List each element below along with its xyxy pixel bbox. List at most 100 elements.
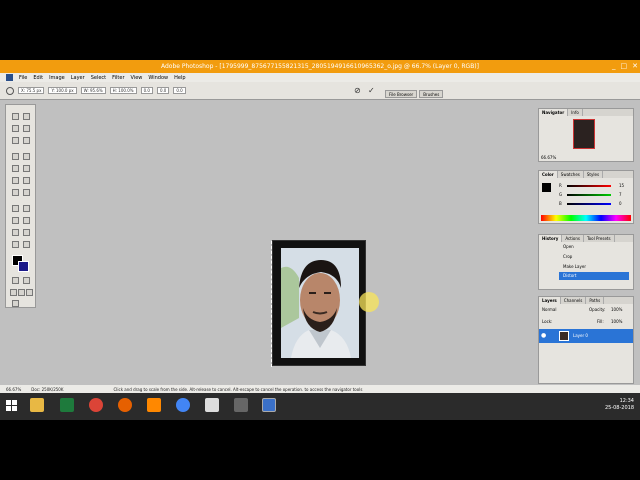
g-slider[interactable] [567, 194, 611, 196]
shape-tool-icon[interactable] [23, 217, 30, 224]
eye-icon[interactable]: ● [541, 332, 546, 339]
tab-navigator[interactable]: Navigator [539, 109, 569, 116]
history-item-selected[interactable]: Distort [559, 272, 629, 280]
screen-mode-2-icon[interactable] [18, 289, 25, 296]
menu-filter[interactable]: Filter [112, 75, 124, 81]
firefox-icon[interactable] [118, 398, 132, 412]
vlc-icon[interactable] [147, 398, 161, 412]
opacity-field[interactable]: 100% [611, 307, 622, 312]
stamp-tool-icon[interactable] [12, 165, 19, 172]
b-slider[interactable] [567, 203, 611, 205]
eraser-tool-icon[interactable] [12, 177, 19, 184]
chrome-icon[interactable] [89, 398, 103, 412]
hskew-field[interactable]: 0.0 [156, 87, 170, 94]
tab-layers[interactable]: Layers [539, 297, 561, 304]
notes-tool-icon[interactable] [12, 229, 19, 236]
layer-name[interactable]: Layer 0 [573, 333, 588, 338]
tab-file-browser[interactable]: File Browser [385, 90, 418, 98]
history-brush-icon[interactable] [23, 165, 30, 172]
menu-edit[interactable]: Edit [33, 75, 43, 81]
screen-mode-3-icon[interactable] [26, 289, 33, 296]
hand-tool-icon[interactable] [12, 241, 19, 248]
move-tool-icon[interactable] [23, 113, 30, 120]
navigator-zoom[interactable]: 66.67% [541, 155, 556, 160]
tab-history[interactable]: History [539, 235, 563, 242]
background-color-swatch[interactable] [18, 261, 29, 272]
height-field[interactable]: H: 100.0% [109, 87, 137, 94]
maximize-button[interactable]: □ [621, 60, 628, 73]
dodge-tool-icon[interactable] [23, 189, 30, 196]
width-field[interactable]: W: 95.6% [80, 87, 106, 94]
tab-actions[interactable]: Actions [562, 235, 584, 242]
history-item[interactable]: Make Layer [563, 264, 586, 269]
magic-wand-tool-icon[interactable] [23, 125, 30, 132]
g-value[interactable]: 7 [619, 192, 622, 197]
menu-help[interactable]: Help [174, 75, 185, 81]
slice-tool-icon[interactable] [23, 137, 30, 144]
imageready-jump-icon[interactable] [12, 300, 19, 307]
standard-mode-icon[interactable] [12, 277, 19, 284]
minimize-button[interactable]: _ [612, 60, 616, 73]
menu-view[interactable]: View [131, 75, 143, 81]
pen-tool-icon[interactable] [12, 217, 19, 224]
system-clock[interactable]: 12:34 25-08-2018 [605, 398, 634, 412]
healing-brush-icon[interactable] [12, 153, 19, 160]
tab-color[interactable]: Color [539, 171, 558, 178]
x-field[interactable]: X: 75.5 px [18, 87, 45, 94]
layer-row[interactable]: ● Layer 0 [539, 329, 633, 343]
history-item[interactable]: Crop [563, 254, 572, 259]
r-slider[interactable] [567, 185, 611, 187]
photoshop-task-icon[interactable] [262, 398, 276, 412]
history-item[interactable]: Open [563, 244, 574, 249]
tab-styles[interactable]: Styles [584, 171, 604, 178]
menu-image[interactable]: Image [49, 75, 65, 81]
portrait-photo [281, 248, 359, 358]
gradient-tool-icon[interactable] [23, 177, 30, 184]
fill-field[interactable]: 100% [611, 319, 622, 324]
tab-tool-presets[interactable]: Tool Presets [584, 235, 615, 242]
commit-transform-icon[interactable]: ✓ [368, 86, 375, 95]
marquee-tool-icon[interactable] [12, 113, 19, 120]
color-ramp[interactable] [541, 215, 631, 221]
menu-select[interactable]: Select [91, 75, 106, 81]
menu-layer[interactable]: Layer [71, 75, 85, 81]
cancel-transform-icon[interactable]: ⊘ [354, 86, 361, 95]
color-fg-swatch[interactable] [542, 183, 551, 192]
crop-tool-icon[interactable] [12, 137, 19, 144]
start-icon[interactable] [6, 400, 17, 411]
eyedropper-tool-icon[interactable] [23, 229, 30, 236]
screen-mode-1-icon[interactable] [10, 289, 17, 296]
type-tool-icon[interactable] [23, 205, 30, 212]
zoom-tool-icon[interactable] [23, 241, 30, 248]
tab-brushes[interactable]: Brushes [419, 90, 444, 98]
blur-tool-icon[interactable] [12, 189, 19, 196]
lasso-tool-icon[interactable] [12, 125, 19, 132]
b-value[interactable]: 0 [619, 201, 622, 206]
path-select-icon[interactable] [12, 205, 19, 212]
transform-handle-left[interactable] [271, 241, 275, 367]
desktop-screen: Adobe Photoshop - [1795999_8756771558213… [0, 60, 640, 420]
close-button[interactable]: ✕ [632, 60, 638, 73]
file-explorer-icon[interactable] [30, 398, 44, 412]
brush-tool-icon[interactable] [23, 153, 30, 160]
y-field[interactable]: Y: 100.0 px [48, 87, 77, 94]
quickmask-mode-icon[interactable] [23, 277, 30, 284]
media-icon[interactable] [234, 398, 248, 412]
r-value[interactable]: 15 [619, 183, 624, 188]
chrome-2-icon[interactable] [176, 398, 190, 412]
tab-paths[interactable]: Paths [586, 297, 605, 304]
menu-file[interactable]: File [19, 75, 27, 81]
vskew-field[interactable]: 0.0 [173, 87, 186, 94]
status-zoom[interactable]: 66.67% [6, 387, 21, 392]
clock-date: 25-08-2018 [604, 405, 634, 411]
document-image[interactable] [271, 240, 366, 367]
blend-mode-select[interactable]: Normal [542, 307, 556, 312]
tab-info[interactable]: Info [568, 109, 583, 116]
tab-swatches[interactable]: Swatches [558, 171, 584, 178]
angle-field[interactable]: 0.0 [140, 87, 153, 94]
navigator-thumbnail[interactable] [573, 119, 595, 149]
tab-channels[interactable]: Channels [561, 297, 587, 304]
apps-icon[interactable] [205, 398, 219, 412]
excel-icon[interactable] [60, 398, 74, 412]
menu-window[interactable]: Window [148, 75, 168, 81]
